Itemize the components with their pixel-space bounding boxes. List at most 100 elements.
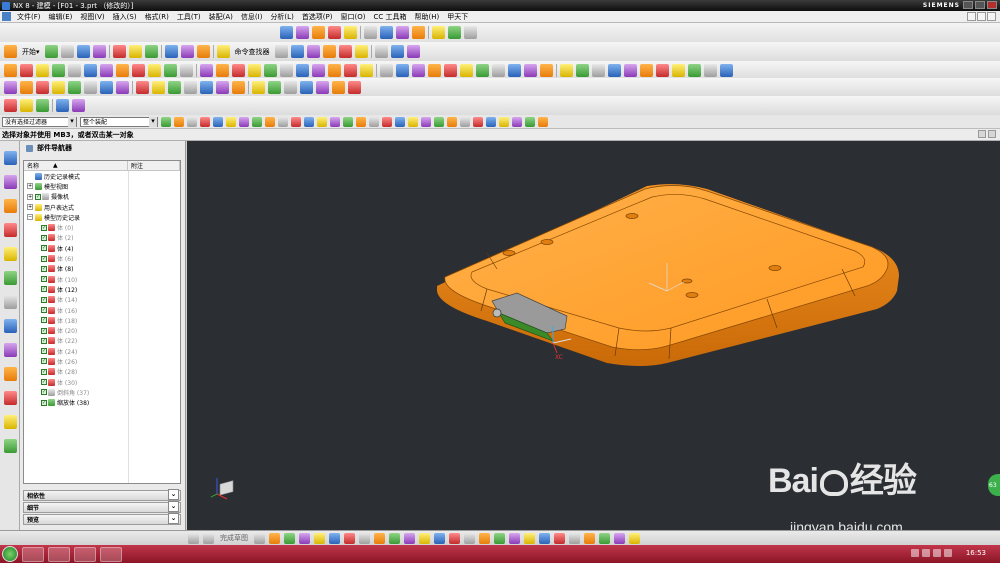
- snap-option-icon[interactable]: [226, 116, 236, 127]
- toolbar-tool-icon[interactable]: [592, 64, 605, 77]
- snap-option-icon[interactable]: [317, 116, 327, 127]
- tree-node[interactable]: + 模型视图: [24, 181, 180, 191]
- visibility-checkbox[interactable]: ✓: [41, 234, 47, 241]
- toolbar-tool-icon[interactable]: [290, 45, 304, 58]
- sketch-tool-icon[interactable]: [269, 532, 280, 544]
- sketch-tool-icon[interactable]: [389, 532, 400, 544]
- sketch-tool-icon[interactable]: [479, 532, 490, 544]
- toolbar-tool-icon[interactable]: [720, 64, 733, 77]
- finish-sketch-icon[interactable]: [203, 532, 214, 544]
- snap-option-icon[interactable]: [187, 116, 197, 127]
- tree-node[interactable]: + 用户表达式: [24, 202, 180, 212]
- tree-node[interactable]: ✓ 体 (0): [24, 222, 180, 232]
- toolbar-tool-icon[interactable]: [328, 64, 341, 77]
- start-button[interactable]: 开始▾: [22, 47, 40, 57]
- toolbar-tool-icon[interactable]: [36, 64, 49, 77]
- visibility-checkbox[interactable]: ✓: [41, 224, 47, 231]
- toolbar-tool-icon[interactable]: [306, 45, 320, 58]
- close-button[interactable]: [987, 1, 997, 9]
- visibility-checkbox[interactable]: ✓: [41, 379, 47, 386]
- tree-node[interactable]: ✓ 体 (26): [24, 356, 180, 366]
- toolbar-tool-icon[interactable]: [268, 81, 281, 94]
- web-browser-icon[interactable]: [4, 271, 17, 285]
- visibility-checkbox[interactable]: ✓: [41, 348, 47, 355]
- sketch-tool-icon[interactable]: [584, 532, 595, 544]
- start-icon[interactable]: [4, 45, 17, 58]
- tray-keyboard-icon[interactable]: [911, 549, 919, 557]
- toolbar-tool-icon[interactable]: [128, 45, 142, 58]
- toolbar-tool-icon[interactable]: [36, 99, 49, 112]
- toolbar-tool-icon[interactable]: [100, 64, 113, 77]
- snap-option-icon[interactable]: [252, 116, 262, 127]
- toolbar-tool-icon[interactable]: [56, 99, 69, 112]
- toolbar-tool-icon[interactable]: [576, 64, 589, 77]
- snap-option-icon[interactable]: [447, 116, 457, 127]
- visibility-checkbox[interactable]: ✓: [41, 265, 47, 272]
- menu-item[interactable]: 窗口(O): [337, 12, 370, 22]
- system-scenes-icon[interactable]: [4, 415, 17, 429]
- status-left-arrow-icon[interactable]: [978, 130, 986, 138]
- snap-option-icon[interactable]: [330, 116, 340, 127]
- toolbar-tool-icon[interactable]: [284, 81, 297, 94]
- menu-item[interactable]: 插入(S): [109, 12, 141, 22]
- toolbar-tool-icon[interactable]: [406, 45, 420, 58]
- toolbar-tool-icon[interactable]: [200, 81, 213, 94]
- sketch-tool-icon[interactable]: [539, 532, 550, 544]
- toolbar-tool-icon[interactable]: [248, 64, 261, 77]
- visibility-checkbox[interactable]: ✓: [41, 286, 47, 293]
- toolbar-tool-icon[interactable]: [164, 64, 177, 77]
- snap-option-icon[interactable]: [239, 116, 249, 127]
- toolbar-tool-icon[interactable]: [148, 64, 161, 77]
- taskbar-explorer-icon[interactable]: [22, 546, 44, 562]
- toolbar-tool-icon[interactable]: [344, 64, 357, 77]
- toolbar-tool-icon[interactable]: [92, 45, 106, 58]
- toolbar-tool-icon[interactable]: [184, 81, 197, 94]
- toolbar-tool-icon[interactable]: [232, 64, 245, 77]
- toolbar-tool-icon[interactable]: [280, 64, 293, 77]
- toolbar-tool-icon[interactable]: [232, 81, 245, 94]
- tree-node[interactable]: ✓ 体 (22): [24, 336, 180, 346]
- toolbar-tool-icon[interactable]: [164, 45, 178, 58]
- visibility-checkbox[interactable]: ✓: [41, 296, 47, 303]
- snap-option-icon[interactable]: [434, 116, 444, 127]
- tree-node[interactable]: ✓ 体 (16): [24, 305, 180, 315]
- assembly-navigator-icon[interactable]: [4, 175, 17, 189]
- toolbar-tool-icon[interactable]: [216, 81, 229, 94]
- toolbar-tool-icon[interactable]: [540, 64, 553, 77]
- snap-option-icon[interactable]: [525, 116, 535, 127]
- tree-node[interactable]: 历史记录模式: [24, 171, 180, 181]
- reuse-library-icon[interactable]: [4, 223, 17, 237]
- toolbar-tool-icon[interactable]: [4, 81, 17, 94]
- toolbar-tool-icon[interactable]: [52, 64, 65, 77]
- sketch-tool-icon[interactable]: [359, 532, 370, 544]
- tree-node[interactable]: ✓ 体 (10): [24, 274, 180, 284]
- toolbar-tool-icon[interactable]: [312, 64, 325, 77]
- pin-icon[interactable]: [26, 144, 33, 152]
- sketch-tool-icon[interactable]: [344, 532, 355, 544]
- tree-node[interactable]: − 模型历史记录: [24, 212, 180, 222]
- toolbar-tool-icon[interactable]: [560, 64, 573, 77]
- tree-node[interactable]: ✓ 倒斜角 (37): [24, 387, 180, 397]
- tree-node[interactable]: ✓ 体 (6): [24, 253, 180, 263]
- toolbar-tool-icon[interactable]: [252, 81, 265, 94]
- toolbar-tool-icon[interactable]: [112, 45, 126, 58]
- minimize-button[interactable]: [963, 1, 973, 9]
- process-studio-icon[interactable]: [4, 343, 17, 357]
- snap-option-icon[interactable]: [174, 116, 184, 127]
- expand-toggle-icon[interactable]: −: [27, 214, 33, 221]
- menu-item[interactable]: 编辑(E): [45, 12, 77, 22]
- toolbar-tool-icon[interactable]: [316, 81, 329, 94]
- toolbar-tool-icon[interactable]: [144, 45, 158, 58]
- snap-option-icon[interactable]: [369, 116, 379, 127]
- toolbar-tool-icon[interactable]: [4, 64, 17, 77]
- toolbar-tool-icon[interactable]: [464, 26, 477, 39]
- toolbar-tool-icon[interactable]: [360, 64, 373, 77]
- visibility-checkbox[interactable]: ✓: [41, 255, 47, 262]
- toolbar-tool-icon[interactable]: [312, 26, 325, 39]
- graphics-viewport[interactable]: XC Bai 经验 jingyan.baidu.com 63: [187, 141, 1000, 530]
- snap-option-icon[interactable]: [499, 116, 509, 127]
- tree-node[interactable]: ✓ 体 (28): [24, 367, 180, 377]
- tray-network-icon[interactable]: [922, 549, 930, 557]
- sketch-tool-icon[interactable]: [284, 532, 295, 544]
- snap-option-icon[interactable]: [213, 116, 223, 127]
